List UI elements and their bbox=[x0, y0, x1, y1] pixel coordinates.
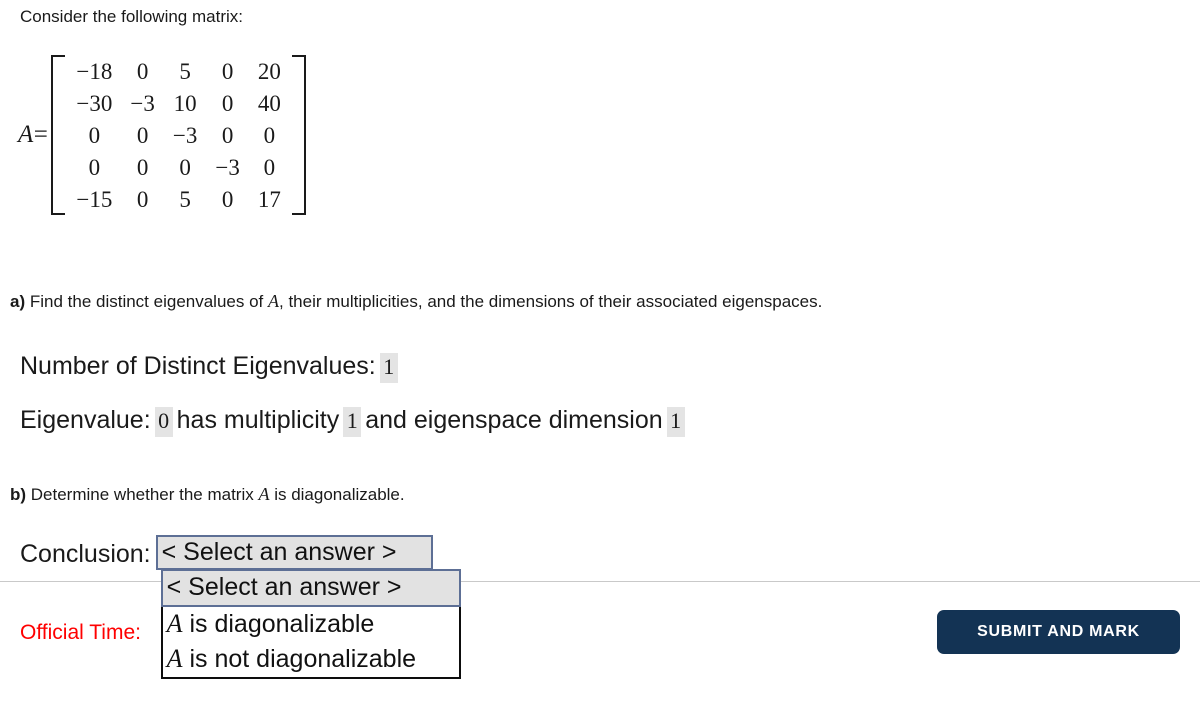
conclusion-select[interactable]: < Select an answer > bbox=[155, 535, 433, 570]
multiplicity-input[interactable]: 1 bbox=[343, 407, 362, 437]
eigenvalue-input[interactable]: 0 bbox=[154, 407, 173, 437]
part-a-tag: a) bbox=[10, 292, 26, 311]
matrix-cell: 0 bbox=[263, 122, 276, 148]
distinct-eigenvalues-input[interactable]: 1 bbox=[379, 353, 398, 383]
matrix-row: −15 0 5 0 17 bbox=[67, 183, 289, 215]
part-a-text-2: , their multiplicities, and the dimensio… bbox=[279, 292, 823, 311]
option-label: < Select an answer > bbox=[166, 573, 402, 601]
matrix-cell: −18 bbox=[76, 58, 113, 84]
matrix-row: −18 0 5 0 20 bbox=[67, 55, 289, 87]
question-page: Consider the following matrix: A= −18 0 5 0… bbox=[0, 0, 1200, 710]
part-a-text-1: Find the distinct eigenvalues of bbox=[25, 292, 268, 311]
multiplicity-label: has multiplicity bbox=[176, 406, 340, 434]
matrix-cell: 40 bbox=[257, 90, 281, 116]
matrix-cell: 0 bbox=[136, 186, 149, 212]
part-b-text-2: is diagonalizable. bbox=[269, 485, 405, 504]
matrix-cell: 0 bbox=[221, 186, 234, 212]
matrix-cell: 0 bbox=[179, 154, 191, 180]
matrix-label: A= bbox=[18, 121, 48, 149]
matrix-cell: −3 bbox=[215, 154, 240, 180]
matrix-table: −18 0 5 0 20 −30 −3 10 0 40 0 0 −3 0 0 0 0 0 −3 0 −15 0 5 0 17 bbox=[67, 55, 289, 215]
eigenvalue-label: Eigenvalue: bbox=[20, 406, 151, 434]
matrix-variable: A bbox=[18, 121, 34, 148]
matrix-cell: 0 bbox=[263, 154, 276, 180]
conclusion-row: Conclusion: < Select an answer > < Selec… bbox=[20, 535, 461, 679]
matrix-cell: 5 bbox=[179, 186, 191, 212]
matrix-cell: 10 bbox=[173, 90, 197, 116]
conclusion-option[interactable]: < Select an answer > bbox=[160, 569, 461, 607]
matrix-cell: 0 bbox=[221, 122, 234, 148]
part-a-prompt: a) Find the distinct eigenvalues of A, t… bbox=[10, 290, 822, 313]
matrix-cell: −30 bbox=[76, 90, 113, 116]
matrix-cell: −3 bbox=[130, 90, 155, 116]
conclusion-option-list[interactable]: < Select an answer > A is diagonalizable A… bbox=[160, 569, 461, 679]
matrix-display: A= −18 0 5 0 20 −30 −3 10 0 40 0 0 −3 0 0 0 0 0 −3 0 −15 0 5 0 1… bbox=[18, 55, 306, 215]
conclusion-label: Conclusion: bbox=[20, 540, 151, 568]
part-b-prompt: b) Determine whether the matrix A is dia… bbox=[10, 483, 405, 506]
option-label: is not diagonalizable bbox=[182, 645, 417, 673]
distinct-eigenvalues-row: Number of Distinct Eigenvalues: 1 bbox=[20, 350, 402, 383]
matrix-cell: 0 bbox=[88, 154, 101, 180]
matrix-row: −30 −3 10 0 40 bbox=[67, 87, 289, 119]
matrix-row: 0 0 −3 0 0 bbox=[67, 119, 289, 151]
matrix-cell: −3 bbox=[172, 122, 198, 148]
intro-text: Consider the following matrix: bbox=[20, 7, 243, 26]
matrix-cell: 5 bbox=[179, 58, 191, 84]
matrix-equals: = bbox=[33, 121, 49, 148]
matrix-cell: 20 bbox=[257, 58, 281, 84]
part-b-matrix-var: A bbox=[258, 484, 270, 504]
part-b-text-1: Determine whether the matrix bbox=[26, 485, 259, 504]
dimension-input[interactable]: 1 bbox=[666, 407, 685, 437]
conclusion-option[interactable]: A is not diagonalizable bbox=[163, 642, 459, 677]
official-time-label: Official Time: bbox=[20, 621, 141, 644]
matrix-cell: 17 bbox=[257, 186, 281, 212]
matrix-cell: 0 bbox=[221, 58, 234, 84]
matrix-cell: 0 bbox=[136, 154, 149, 180]
part-b-tag: b) bbox=[10, 485, 27, 504]
conclusion-select-stack: < Select an answer > < Select an answer … bbox=[155, 535, 461, 679]
matrix-cell: 0 bbox=[221, 90, 234, 116]
matrix-row: 0 0 0 −3 0 bbox=[67, 151, 289, 183]
matrix-cell: 0 bbox=[88, 122, 101, 148]
matrix-cell: 0 bbox=[136, 122, 149, 148]
matrix-left-bracket bbox=[51, 55, 66, 215]
matrix-cell: −15 bbox=[76, 186, 113, 212]
dimension-label: and eigenspace dimension bbox=[365, 406, 663, 434]
option-matrix-var: A bbox=[166, 609, 183, 638]
distinct-eigenvalues-label: Number of Distinct Eigenvalues: bbox=[20, 352, 376, 380]
eigenvalue-row: Eigenvalue: 0 has multiplicity 1 and eig… bbox=[20, 404, 689, 437]
part-a-matrix-var: A bbox=[268, 291, 279, 311]
conclusion-option[interactable]: A is diagonalizable bbox=[163, 607, 459, 642]
matrix-right-bracket bbox=[291, 55, 306, 215]
submit-and-mark-button[interactable]: SUBMIT AND MARK bbox=[937, 610, 1180, 654]
option-label: is diagonalizable bbox=[182, 610, 375, 638]
option-matrix-var: A bbox=[166, 644, 183, 673]
matrix-cell: 0 bbox=[136, 58, 149, 84]
